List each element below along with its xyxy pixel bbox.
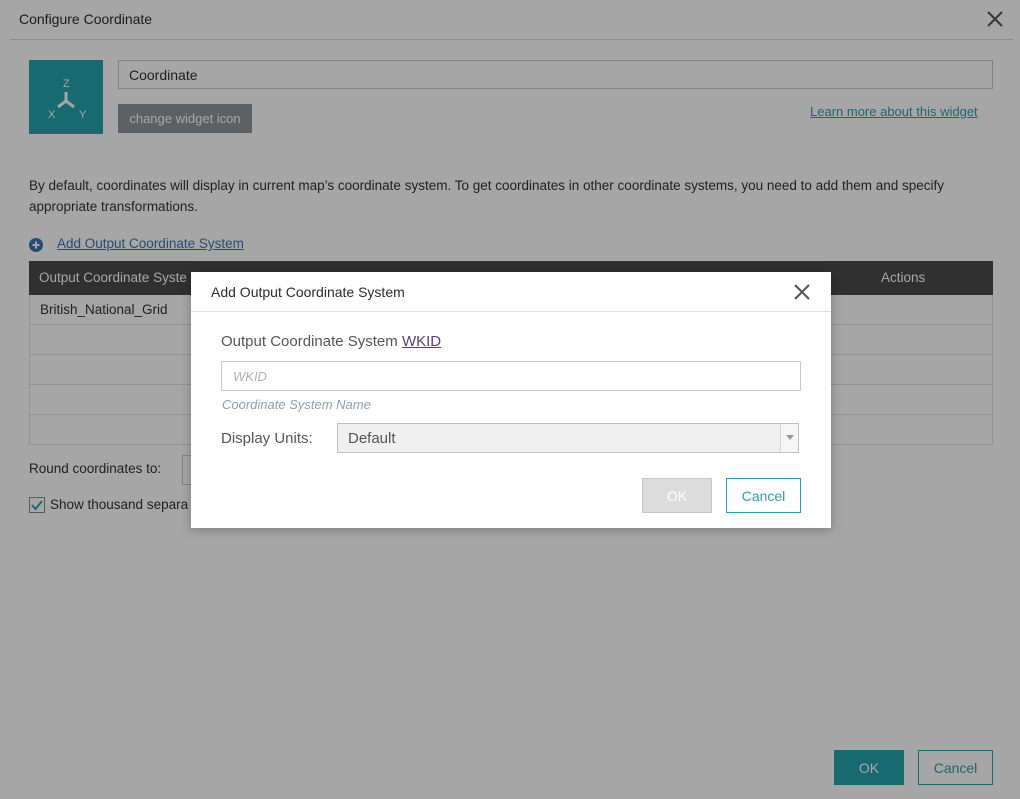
dialog-header: Add Output Coordinate System: [191, 272, 831, 312]
ocs-wkid-label: Output Coordinate System WKID: [221, 333, 441, 350]
display-units-value: Default: [348, 430, 396, 447]
ocs-label-text: Output Coordinate System: [221, 333, 398, 350]
wkid-input[interactable]: [221, 361, 801, 391]
dialog-cancel-button[interactable]: Cancel: [726, 478, 801, 513]
display-units-label: Display Units:: [221, 430, 313, 447]
dialog-ok-button[interactable]: OK: [642, 478, 712, 513]
chevron-down-icon: [785, 435, 794, 440]
dialog-title: Add Output Coordinate System: [211, 284, 405, 300]
dropdown-arrow[interactable]: [780, 424, 798, 452]
wkid-link[interactable]: WKID: [402, 333, 441, 350]
coordinate-system-name: Coordinate System Name: [222, 397, 371, 412]
close-icon[interactable]: [792, 282, 812, 302]
add-ocs-dialog: Add Output Coordinate System Output Coor…: [191, 272, 831, 528]
display-units-select[interactable]: Default: [337, 423, 799, 453]
